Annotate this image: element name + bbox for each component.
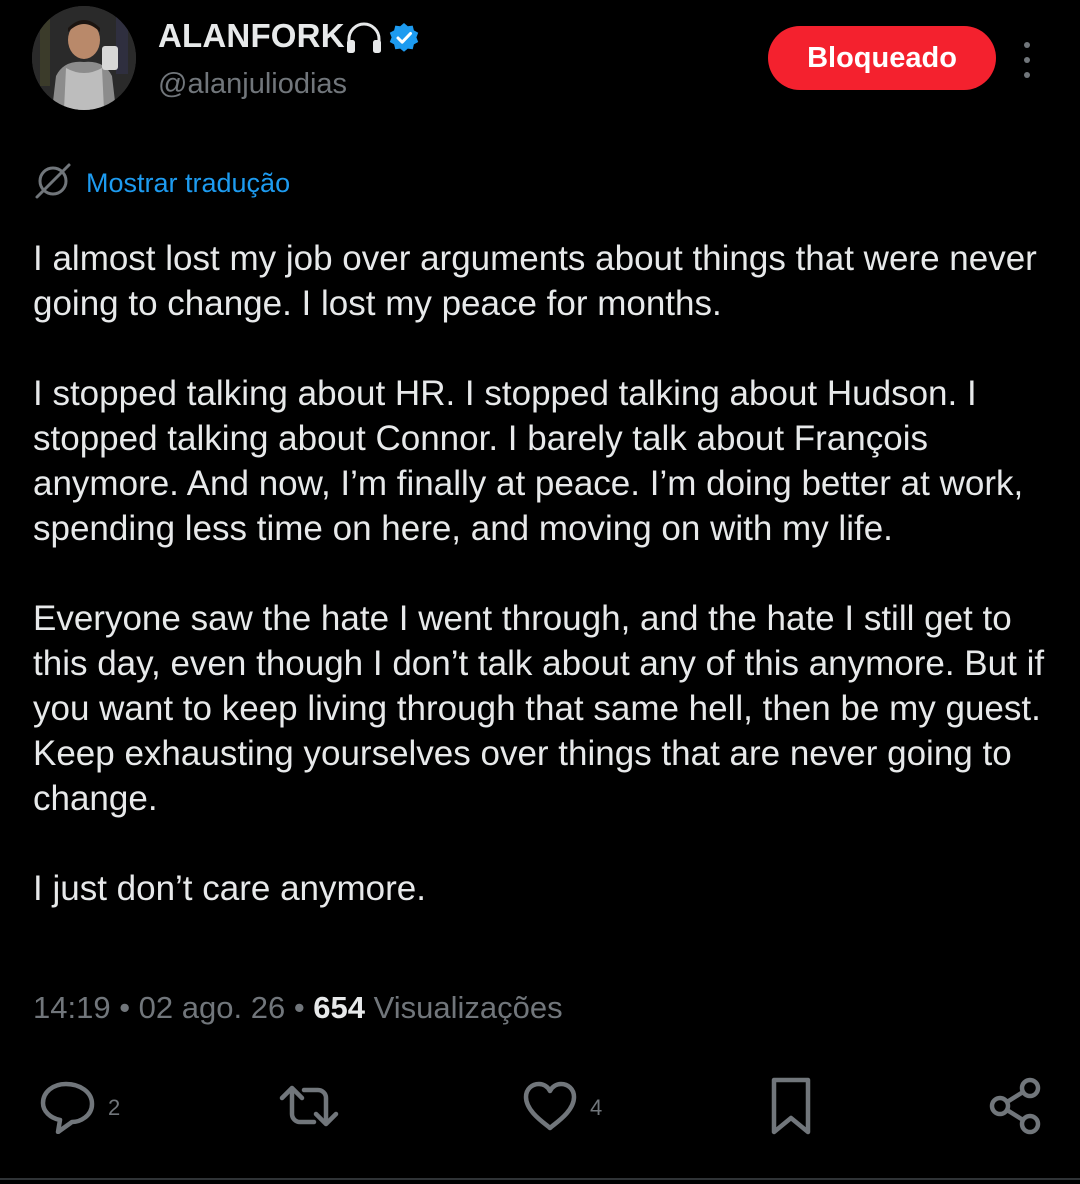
avatar-photo-icon — [32, 6, 136, 110]
bookmark-button[interactable] — [766, 1076, 816, 1141]
globe-slash-icon — [34, 162, 72, 205]
avatar[interactable] — [32, 6, 136, 110]
headphones-icon — [344, 20, 384, 61]
more-dot — [1024, 57, 1030, 63]
bookmark-icon — [766, 1076, 816, 1141]
name-badges — [344, 20, 420, 61]
tweet-paragraph: I almost lost my job over arguments abou… — [33, 239, 1037, 323]
more-dot — [1024, 42, 1030, 48]
display-name[interactable]: ALANFORK — [158, 14, 345, 58]
divider — [0, 1178, 1080, 1180]
show-translation-link[interactable]: Mostrar tradução — [34, 162, 290, 205]
verified-badge-icon[interactable] — [388, 22, 420, 59]
tweet-meta: 14:19 • 02 ago. 26 • 654 Visualizações — [33, 986, 563, 1030]
tweet-paragraph: I just don’t care anymore. — [33, 869, 426, 908]
tweet-header: ALANFORK @alanjuliodias Bloqueado — [0, 0, 1080, 130]
repost-icon — [276, 1082, 342, 1135]
tweet-time[interactable]: 14:19 — [33, 990, 111, 1025]
tweet-date[interactable]: 02 ago. 26 — [139, 990, 286, 1025]
like-button[interactable]: 4 — [520, 1078, 602, 1138]
more-options-icon[interactable] — [1012, 38, 1042, 82]
meta-separator: • — [110, 990, 139, 1025]
share-icon — [986, 1076, 1046, 1141]
meta-separator: • — [285, 990, 314, 1025]
tweet-text: I almost lost my job over arguments abou… — [33, 236, 1053, 956]
reply-button[interactable]: 2 — [38, 1078, 120, 1138]
tweet-actions: 2 4 — [0, 1076, 1080, 1141]
reply-icon — [38, 1078, 98, 1139]
show-translation-label[interactable]: Mostrar tradução — [86, 168, 290, 199]
like-count: 4 — [590, 1095, 603, 1120]
tweet-paragraph: Everyone saw the hate I went through, an… — [33, 599, 1045, 818]
share-button[interactable] — [986, 1076, 1046, 1141]
views-count[interactable]: 654 — [313, 990, 365, 1025]
user-handle[interactable]: @alanjuliodias — [158, 66, 347, 102]
tweet-paragraph: I stopped talking about HR. I stopped ta… — [33, 374, 1024, 548]
reply-count: 2 — [108, 1095, 121, 1120]
more-dot — [1024, 72, 1030, 78]
heart-icon — [520, 1080, 580, 1137]
blocked-button[interactable]: Bloqueado — [768, 26, 996, 90]
repost-button[interactable] — [276, 1078, 342, 1138]
views-label: Visualizações — [365, 990, 563, 1025]
